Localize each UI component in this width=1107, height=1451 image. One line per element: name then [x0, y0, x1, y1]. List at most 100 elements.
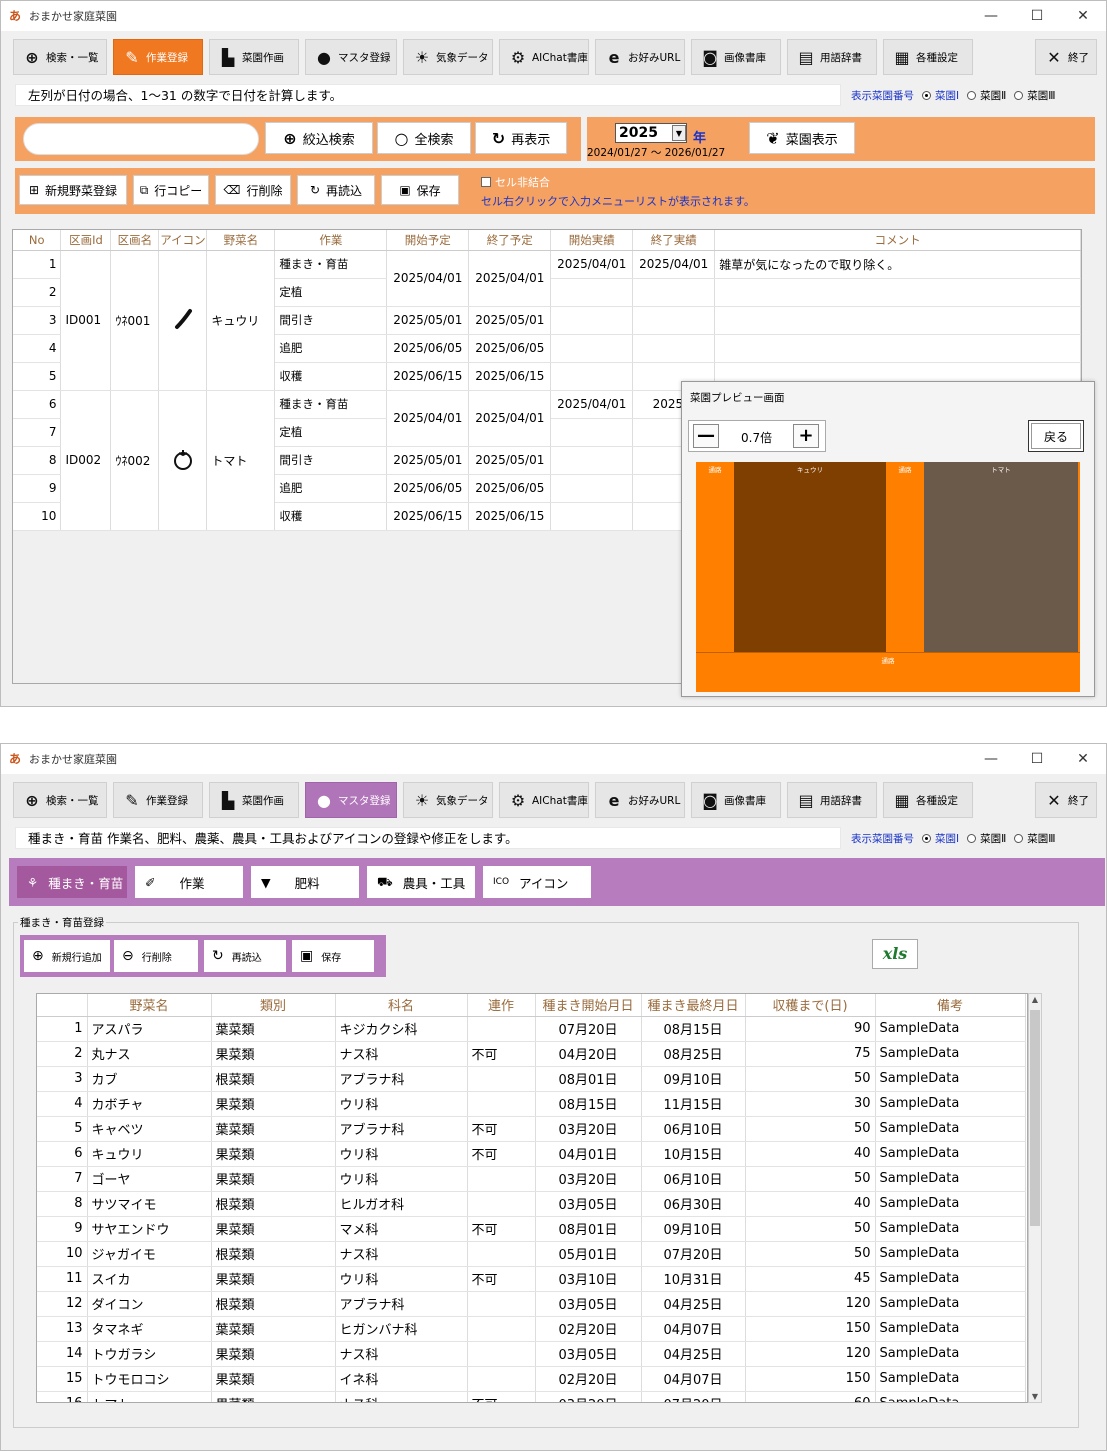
table-cell[interactable] [550, 418, 634, 447]
table-row[interactable]: 12 ダイコン 根菜類 アブラナ科 03月05日 04月25日 120 SampleData [37, 1291, 1026, 1317]
table-cell[interactable]: 03月20日 [535, 1116, 642, 1142]
table-cell[interactable]: ID002 [60, 390, 112, 531]
maximize-button[interactable]: ☐ [1014, 8, 1060, 24]
table-cell[interactable] [714, 334, 1081, 363]
glossary-button[interactable]: ▤ 用語辞書 [787, 782, 877, 818]
table-cell[interactable]: 果菜類 [211, 1391, 336, 1402]
column-header[interactable]: 類別 [211, 994, 336, 1017]
close-window-button[interactable]: ✕ [1060, 751, 1106, 767]
table-cell[interactable]: 120 [745, 1341, 876, 1367]
table-cell[interactable]: 2 [13, 278, 62, 307]
image-library-button[interactable]: ◙ 画像書庫 [691, 782, 781, 818]
minimize-button[interactable]: — [968, 751, 1014, 767]
table-cell[interactable]: 果菜類 [211, 1366, 336, 1392]
unmerge-cells-option[interactable]: セル非結合 [481, 174, 550, 190]
table-cell[interactable]: 1 [13, 250, 62, 279]
column-header[interactable]: 種まき最終月日 [641, 994, 746, 1017]
table-cell[interactable]: SampleData [875, 1091, 1026, 1117]
column-header[interactable]: 備考 [875, 994, 1026, 1017]
minimize-button[interactable]: — [968, 8, 1014, 24]
table-row[interactable]: 15 トウモロコシ 果菜類 イネ科 02月20日 04月07日 150 SampleData [37, 1366, 1026, 1392]
exit-button[interactable]: ✕ 終了 [1035, 39, 1097, 75]
column-header[interactable]: 収穫まで(日) [745, 994, 876, 1017]
export-xls-button[interactable]: xls [872, 939, 918, 969]
table-cell[interactable]: 収穫 [274, 502, 388, 531]
garden-3-radio[interactable] [1014, 90, 1024, 100]
table-cell[interactable]: 葉菜類 [211, 1016, 336, 1042]
table-row[interactable]: 5 キャベツ 葉菜類 アブラナ科 不可 03月20日 06月10日 50 SampleData [37, 1116, 1026, 1142]
table-cell[interactable]: 2025/04/01 [632, 250, 716, 279]
garden-2-radio[interactable] [967, 833, 977, 843]
column-header[interactable]: 種まき開始月日 [535, 994, 642, 1017]
table-cell[interactable]: 不可 [467, 1041, 536, 1067]
column-header[interactable]: No [13, 230, 62, 251]
column-header[interactable]: 野菜名 [87, 994, 212, 1017]
table-cell[interactable]: 120 [745, 1291, 876, 1317]
icon-cell[interactable] [158, 250, 208, 391]
table-cell[interactable]: 追肥 [274, 334, 388, 363]
table-cell[interactable]: 07月20日 [641, 1391, 746, 1402]
table-cell[interactable] [714, 306, 1081, 335]
table-cell[interactable]: 8 [37, 1191, 88, 1217]
table-row[interactable]: 8 サツマイモ 根菜類 ヒルガオ科 03月05日 06月30日 40 SampleData [37, 1191, 1026, 1217]
table-cell[interactable]: 不可 [467, 1391, 536, 1402]
table-row[interactable]: 16トマト果菜類ナス科不可03月20日07月20日60SampleData [37, 1391, 1026, 1402]
table-row[interactable]: 4 カボチャ 果菜類 ウリ科 08月15日 11月15日 30 SampleData [37, 1091, 1026, 1117]
table-cell[interactable]: 不可 [467, 1116, 536, 1142]
table-cell[interactable]: 2025/04/01 [550, 390, 634, 419]
table-cell[interactable] [714, 278, 1081, 307]
table-cell[interactable]: 07月20日 [535, 1016, 642, 1042]
table-cell[interactable]: カボチャ [87, 1091, 212, 1117]
table-cell[interactable]: 50 [745, 1216, 876, 1242]
table-cell[interactable]: 02月20日 [535, 1366, 642, 1392]
table-cell[interactable]: 06月10日 [641, 1166, 746, 1192]
work-registration-button[interactable]: ✎ 作業登録 [113, 39, 203, 75]
table-cell[interactable]: 08月01日 [535, 1216, 642, 1242]
table-cell[interactable]: 08月25日 [641, 1041, 746, 1067]
table-cell[interactable]: 5 [37, 1116, 88, 1142]
garden-drawing-button[interactable]: ▙ 菜園作画 [209, 782, 299, 818]
table-cell[interactable]: 果菜類 [211, 1341, 336, 1367]
table-cell[interactable]: 2025/04/01 [550, 250, 634, 279]
table-cell[interactable]: 16 [37, 1391, 88, 1402]
table-cell[interactable]: 07月20日 [641, 1241, 746, 1267]
table-cell[interactable]: 150 [745, 1366, 876, 1392]
table-cell[interactable]: 果菜類 [211, 1216, 336, 1242]
tab-work[interactable]: ✐ 作業 [135, 866, 243, 898]
scroll-thumb[interactable] [1030, 1010, 1040, 1226]
unmerge-checkbox[interactable] [481, 177, 491, 187]
table-cell[interactable]: 10 [13, 502, 62, 531]
table-cell[interactable]: 6 [13, 390, 62, 419]
table-cell[interactable] [467, 1316, 536, 1342]
table-row[interactable]: 2 丸ナス 果菜類 ナス科 不可 04月20日 08月25日 75 SampleData [37, 1041, 1026, 1067]
table-cell[interactable]: ウリ科 [335, 1091, 468, 1117]
table-cell[interactable]: 追肥 [274, 474, 388, 503]
table-cell[interactable]: 果菜類 [211, 1041, 336, 1067]
column-header[interactable] [37, 994, 88, 1017]
maximize-button[interactable]: ☐ [1014, 751, 1060, 767]
table-cell[interactable]: 収穫 [274, 362, 388, 391]
table-cell[interactable]: 9 [37, 1216, 88, 1242]
table-cell[interactable]: 2 [37, 1041, 88, 1067]
reload-button[interactable]: ↻ 再読込 [297, 175, 375, 205]
table-cell[interactable]: 2025/04/01 [468, 250, 552, 307]
table-cell[interactable]: ナス科 [335, 1241, 468, 1267]
table-cell[interactable]: ナス科 [335, 1341, 468, 1367]
table-cell[interactable]: カブ [87, 1066, 212, 1092]
table-cell[interactable]: キュウリ [206, 250, 276, 391]
table-cell[interactable]: ゴーヤ [87, 1166, 212, 1192]
table-cell[interactable]: 08月15日 [641, 1016, 746, 1042]
tab-seeding[interactable]: ⚘ 種まき・育苗 [17, 866, 127, 898]
table-cell[interactable]: 不可 [467, 1216, 536, 1242]
table-cell[interactable]: SampleData [875, 1066, 1026, 1092]
save-button[interactable]: ▣ 保存 [292, 940, 374, 972]
column-header[interactable]: アイコン [158, 230, 208, 251]
table-cell[interactable]: 4 [37, 1091, 88, 1117]
table-cell[interactable]: 雑草が気になったので取り除く。 [714, 250, 1081, 279]
search-list-button[interactable]: ⊕ 検索・一覧 [13, 782, 107, 818]
table-cell[interactable]: SampleData [875, 1016, 1026, 1042]
redisplay-button[interactable]: ↻ 再表示 [475, 122, 567, 154]
table-cell[interactable]: 6 [37, 1141, 88, 1167]
column-header[interactable]: 科名 [335, 994, 468, 1017]
table-cell[interactable]: 09月10日 [641, 1216, 746, 1242]
